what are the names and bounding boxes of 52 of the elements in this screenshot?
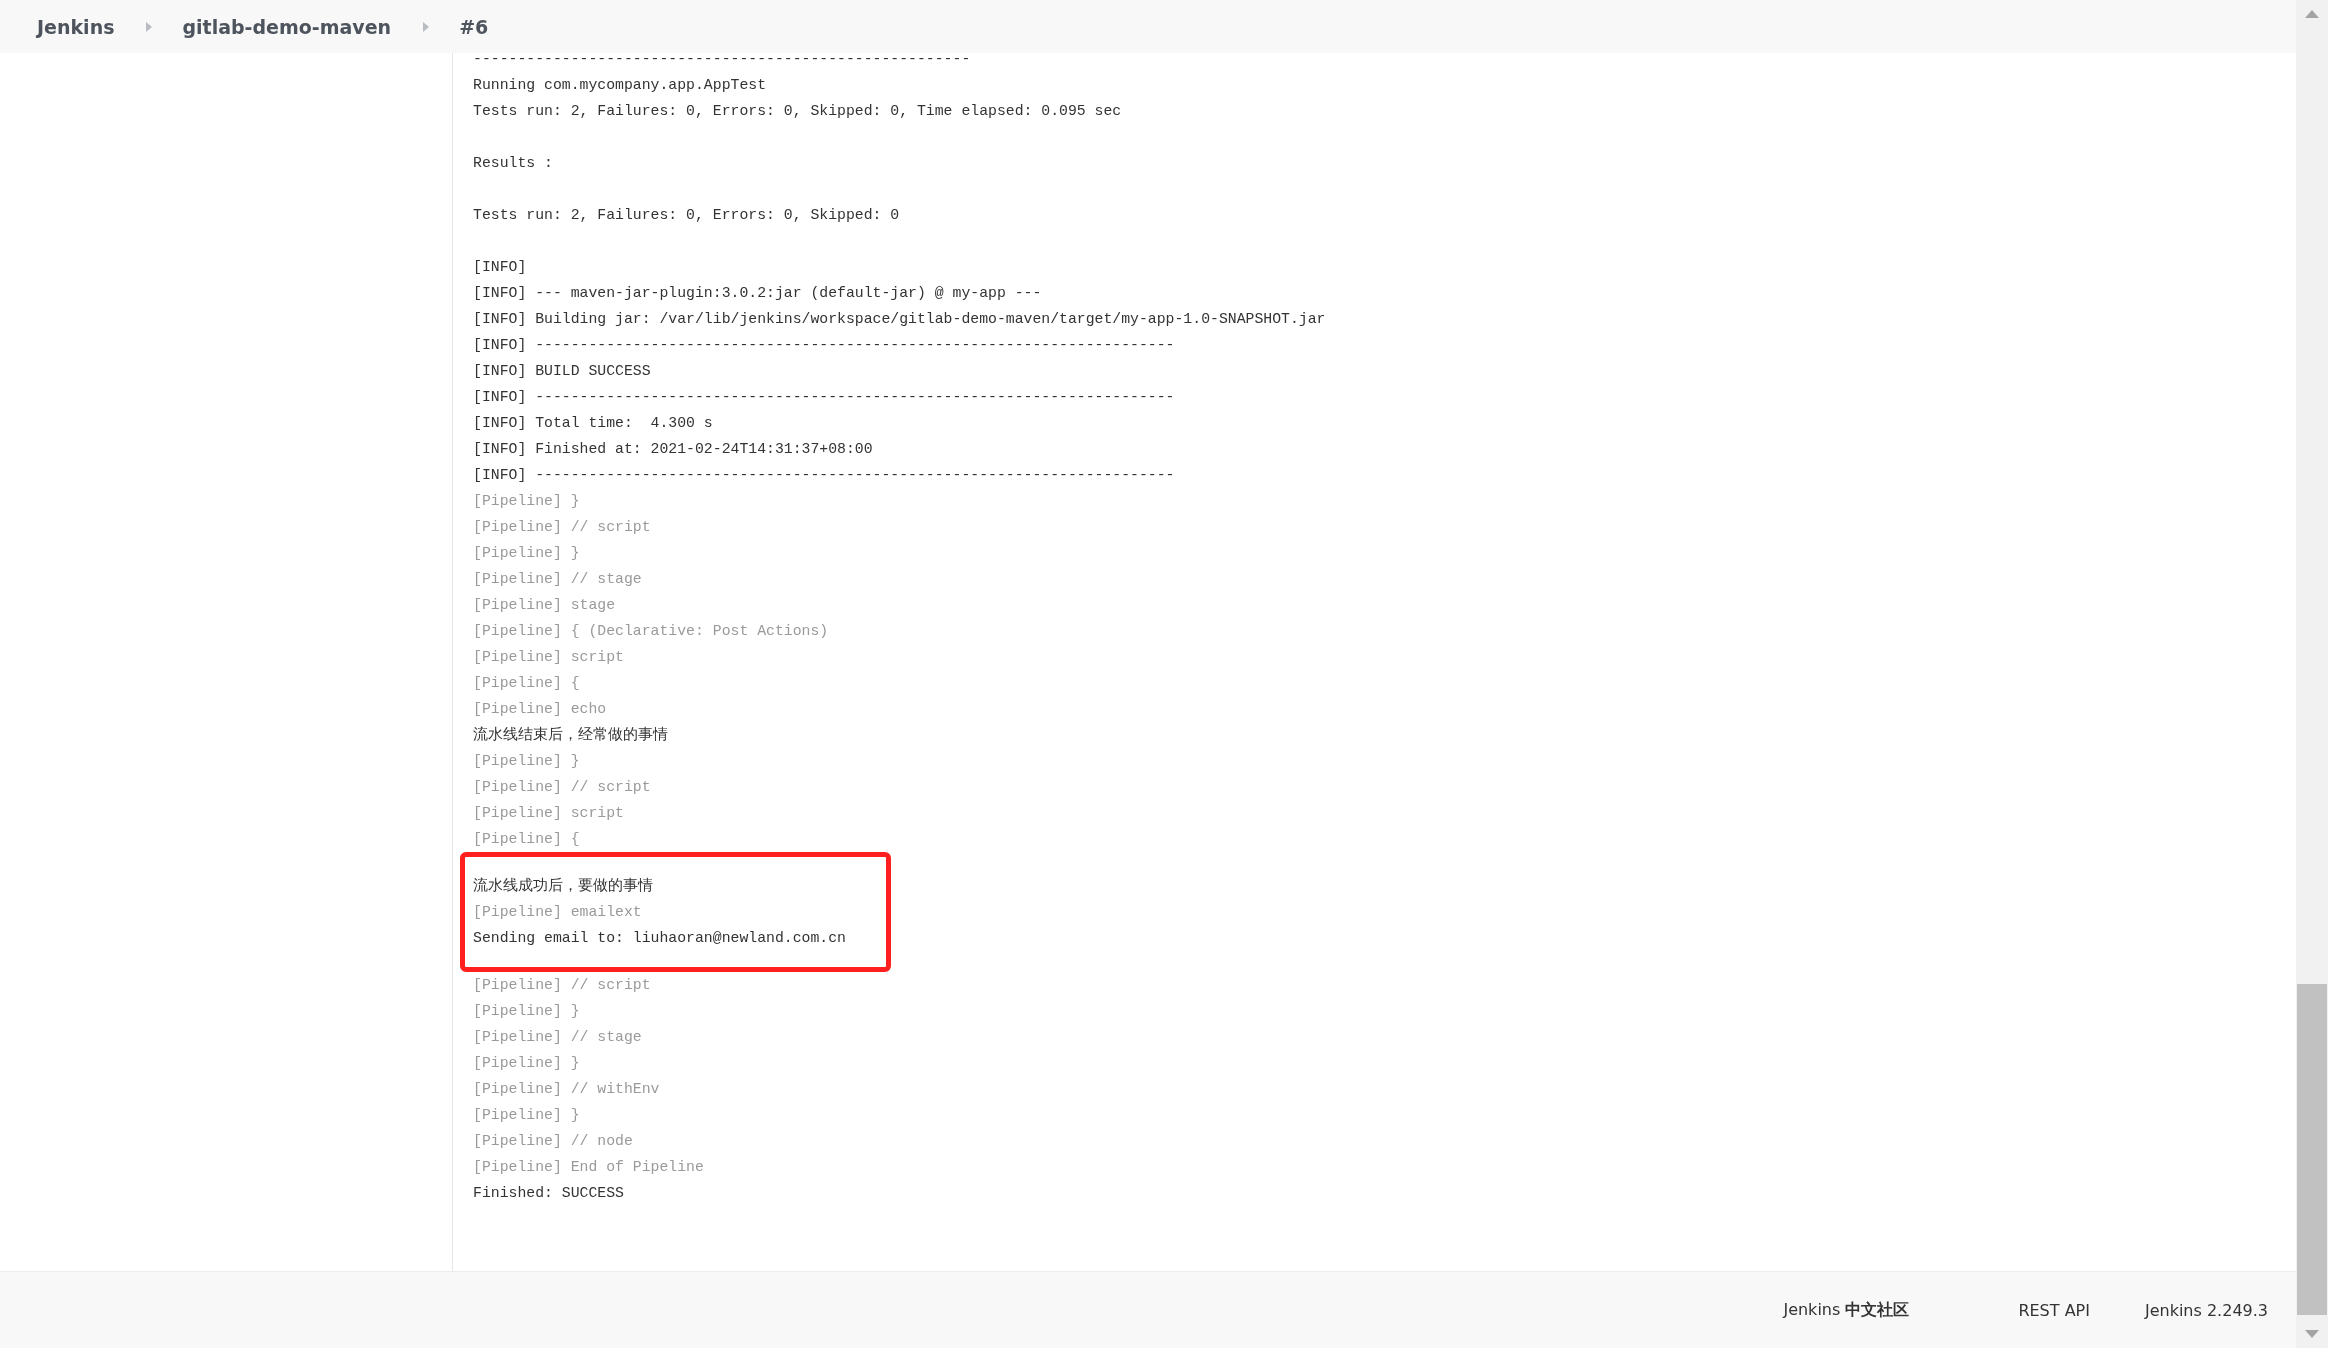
console-line: [INFO] ------------------------------------------------------------------------	[473, 388, 1175, 407]
console-line: [Pipeline] stage	[473, 596, 616, 615]
console-line: [INFO]	[473, 258, 527, 277]
console-line: [Pipeline] }	[473, 1054, 580, 1073]
breadcrumb-link[interactable]: #6	[459, 15, 489, 38]
console-line: [Pipeline] }	[473, 752, 580, 771]
console-line: Results :	[473, 154, 553, 173]
footer-link[interactable]: REST API	[2018, 1300, 2090, 1320]
console-line: [Pipeline] // stage	[473, 570, 642, 589]
caret-icon	[423, 21, 430, 32]
console-line: [Pipeline] }	[473, 1002, 580, 1021]
console-line: --------------------------------------------------------	[473, 50, 971, 69]
console-line: [Pipeline] emailext	[473, 903, 643, 922]
console-line: [INFO] --- maven-jar-plugin:3.0.2:jar (default-jar) @ my-app ---	[473, 284, 1042, 303]
footer-link[interactable]: Jenkins 中文社区	[1783, 1299, 1910, 1321]
console-line: [Pipeline] // withEnv	[473, 1080, 660, 1099]
scroll-up-icon[interactable]	[2305, 10, 2319, 18]
breadcrumb-link[interactable]: Jenkins	[37, 15, 115, 38]
console-line: [Pipeline] echo	[473, 700, 607, 719]
console-line: [Pipeline] { (Declarative: Post Actions)	[473, 622, 829, 641]
console-line: [Pipeline] // stage	[473, 1028, 642, 1047]
console-line: [Pipeline] {	[473, 674, 580, 693]
breadcrumb-link[interactable]: gitlab-demo-maven	[182, 15, 392, 38]
console-line: [INFO] Building jar: /var/lib/jenkins/workspace/gitlab-demo-maven/target/my-app-1.0-SNAPSHOT.jar	[473, 310, 1326, 329]
console-line: [INFO] Total time: 4.300 s	[473, 414, 713, 433]
console-line: 流水线结束后，经常做的事情	[473, 725, 668, 745]
console-line: [Pipeline] {	[473, 830, 580, 849]
console-line: Tests run: 2, Failures: 0, Errors: 0, Skipped: 0, Time elapsed: 0.095 sec	[473, 102, 1122, 121]
console-line: [INFO] ------------------------------------------------------------------------	[473, 336, 1175, 355]
console-line: [Pipeline] // script	[473, 518, 651, 537]
footer-link[interactable]: Jenkins 2.249.3	[2144, 1300, 2268, 1320]
console-line: [Pipeline] script	[473, 804, 624, 823]
console-line: [Pipeline] script	[473, 648, 624, 667]
console-line: [Pipeline] }	[473, 1106, 580, 1125]
console-line: Sending email to: liuhaoran@newland.com.cn	[473, 929, 846, 948]
console-line: [Pipeline] // script	[473, 778, 651, 797]
scroll-down-icon[interactable]	[2305, 1330, 2319, 1338]
console-line: Tests run: 2, Failures: 0, Errors: 0, Skipped: 0	[473, 206, 900, 225]
console-line: [Pipeline] // script	[473, 976, 651, 995]
console-line: [Pipeline] }	[473, 492, 580, 511]
console-line: [Pipeline] // node	[473, 1132, 633, 1151]
console-line: [INFO] Finished at: 2021-02-24T14:31:37+08:00	[473, 440, 873, 459]
console-line: [INFO] BUILD SUCCESS	[473, 362, 651, 381]
console-line: [Pipeline] }	[473, 544, 580, 563]
caret-icon	[146, 21, 153, 32]
scrollbar[interactable]	[2296, 0, 2328, 1348]
console-line: [INFO] ------------------------------------------------------------------------	[473, 466, 1175, 485]
console-line: [Pipeline] End of Pipeline	[473, 1158, 704, 1177]
console-line: 流水线成功后，要做的事情	[473, 876, 654, 896]
console-line: Finished: SUCCESS	[473, 1184, 624, 1203]
scrollbar-thumb[interactable]	[2297, 984, 2327, 1315]
console-line: Running com.mycompany.app.AppTest	[473, 76, 767, 95]
